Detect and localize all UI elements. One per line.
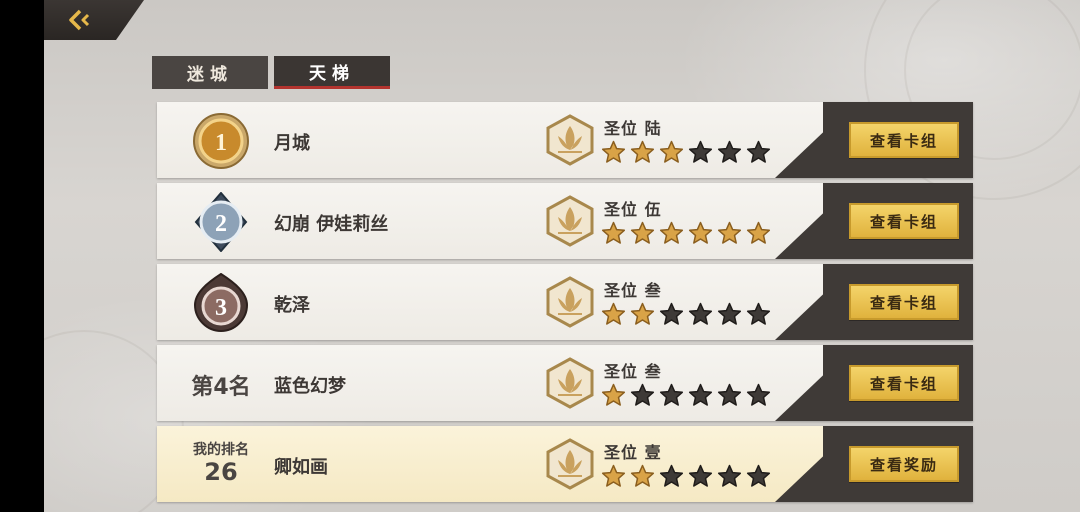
- lotus-rank-emblem-icon: [546, 114, 594, 166]
- star-empty-icon: [746, 302, 771, 325]
- player-name: 卿如画: [274, 457, 328, 478]
- star-filled-icon: [601, 302, 626, 325]
- lotus-rank-emblem-icon: [546, 438, 594, 490]
- star-filled-icon: [630, 302, 655, 325]
- star-empty-icon: [746, 464, 771, 487]
- player-name: 幻崩 伊娃莉丝: [274, 214, 389, 235]
- star-rating: [601, 302, 771, 327]
- star-empty-icon: [659, 302, 684, 325]
- star-filled-icon: [717, 221, 742, 244]
- my-rank: 我的排名 26: [183, 442, 259, 486]
- svg-text:1: 1: [215, 130, 227, 156]
- leaderboard-list: 1 月城 圣位 陆 查看卡组 2 幻崩 伊娃莉丝 圣位 伍 查看卡组 3 乾泽 …: [157, 102, 973, 507]
- tab-label: 迷城: [187, 65, 233, 85]
- svg-text:3: 3: [215, 295, 227, 321]
- view-deck-button[interactable]: 查看卡组: [849, 203, 959, 239]
- star-filled-icon: [746, 221, 771, 244]
- back-arrow-icon: [69, 9, 90, 31]
- star-empty-icon: [717, 302, 742, 325]
- lotus-rank-emblem-icon: [546, 276, 594, 328]
- star-filled-icon: [659, 221, 684, 244]
- star-filled-icon: [688, 221, 713, 244]
- tier-name: 圣位 壹: [604, 443, 662, 462]
- tier-name: 圣位 陆: [604, 119, 662, 138]
- star-empty-icon: [688, 464, 713, 487]
- silver-medal-icon: 2: [194, 192, 248, 252]
- star-empty-icon: [630, 383, 655, 406]
- star-empty-icon: [659, 383, 684, 406]
- view-rewards-button[interactable]: 查看奖励: [849, 446, 959, 482]
- star-filled-icon: [601, 221, 626, 244]
- left-black-bar: [0, 0, 44, 512]
- star-filled-icon: [630, 221, 655, 244]
- leaderboard-row: 1 月城 圣位 陆 查看卡组: [157, 102, 973, 178]
- star-filled-icon: [630, 464, 655, 487]
- view-deck-button[interactable]: 查看卡组: [849, 122, 959, 158]
- star-rating: [601, 383, 771, 408]
- tab-maze[interactable]: 迷城: [152, 56, 268, 89]
- star-rating: [601, 221, 771, 246]
- tier-name: 圣位 叁: [604, 281, 662, 300]
- my-rank-label: 我的排名: [193, 442, 249, 458]
- my-rank-value: 26: [204, 458, 238, 486]
- star-empty-icon: [688, 140, 713, 163]
- star-filled-icon: [601, 464, 626, 487]
- tier-name: 圣位 叁: [604, 362, 662, 381]
- leaderboard-row: 第4名 蓝色幻梦 圣位 叁 查看卡组: [157, 345, 973, 421]
- star-filled-icon: [601, 140, 626, 163]
- svg-text:2: 2: [215, 211, 227, 237]
- lotus-rank-emblem-icon: [546, 357, 594, 409]
- star-empty-icon: [688, 383, 713, 406]
- star-empty-icon: [688, 302, 713, 325]
- tab-ladder[interactable]: 天梯: [274, 56, 390, 89]
- star-filled-icon: [659, 140, 684, 163]
- tier-name: 圣位 伍: [604, 200, 662, 219]
- tab-label: 天梯: [309, 63, 355, 84]
- view-deck-button[interactable]: 查看卡组: [849, 365, 959, 401]
- star-empty-icon: [659, 464, 684, 487]
- star-empty-icon: [717, 140, 742, 163]
- rank-number: 第4名: [191, 375, 251, 400]
- star-rating: [601, 464, 771, 489]
- player-name: 蓝色幻梦: [274, 376, 346, 397]
- star-filled-icon: [630, 140, 655, 163]
- mode-tabs: 迷城 天梯: [152, 56, 390, 89]
- star-rating: [601, 140, 771, 165]
- lotus-rank-emblem-icon: [546, 195, 594, 247]
- view-deck-button[interactable]: 查看卡组: [849, 284, 959, 320]
- star-empty-icon: [717, 464, 742, 487]
- bronze-medal-icon: 3: [193, 273, 249, 333]
- star-empty-icon: [746, 383, 771, 406]
- player-name: 月城: [274, 133, 310, 154]
- leaderboard-row: 3 乾泽 圣位 叁 查看卡组: [157, 264, 973, 340]
- star-filled-icon: [601, 383, 626, 406]
- star-empty-icon: [717, 383, 742, 406]
- player-name: 乾泽: [274, 295, 310, 316]
- my-rank-row: 我的排名 26 卿如画 圣位 壹 查看奖励: [157, 426, 973, 502]
- leaderboard-row: 2 幻崩 伊娃莉丝 圣位 伍 查看卡组: [157, 183, 973, 259]
- star-empty-icon: [746, 140, 771, 163]
- gold-medal-icon: 1: [193, 113, 249, 169]
